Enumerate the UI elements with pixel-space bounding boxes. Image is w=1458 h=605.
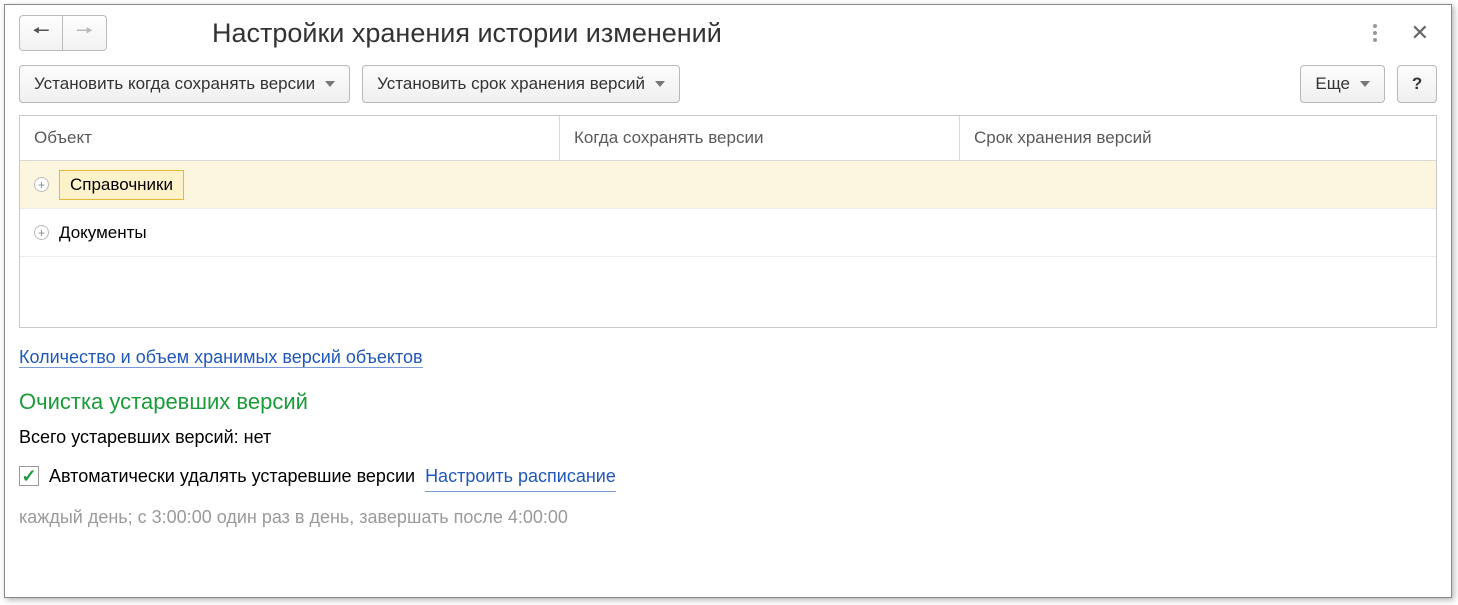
toolbar: Установить когда сохранять версии Устано… — [5, 57, 1451, 115]
button-label: Установить когда сохранять версии — [34, 74, 315, 94]
footer-section: Количество и объем хранимых версий объек… — [5, 328, 1451, 541]
expand-icon[interactable]: + — [34, 225, 49, 240]
nav-buttons: 🠔 🠖 — [19, 15, 107, 51]
column-header-object[interactable]: Объект — [20, 116, 560, 160]
table-cell-object: + Документы — [20, 209, 560, 256]
auto-delete-row: ✓ Автоматически удалять устаревшие верси… — [19, 461, 1437, 493]
help-button[interactable]: ? — [1397, 65, 1437, 103]
dot-icon — [1373, 38, 1377, 42]
close-icon: ✕ — [1411, 20, 1429, 45]
header-right: ✕ — [1367, 16, 1437, 50]
table-row[interactable]: + Документы — [20, 209, 1436, 257]
close-button[interactable]: ✕ — [1403, 16, 1437, 50]
column-header-when[interactable]: Когда сохранять версии — [560, 116, 960, 160]
button-label: Еще — [1315, 74, 1350, 94]
table-empty-space — [20, 257, 1436, 327]
kebab-menu-button[interactable] — [1367, 18, 1383, 48]
dot-icon — [1373, 31, 1377, 35]
auto-delete-checkbox[interactable]: ✓ — [19, 466, 39, 486]
table-header: Объект Когда сохранять версии Срок хране… — [20, 116, 1436, 161]
page-title: Настройки хранения истории изменений — [212, 18, 722, 49]
obsolete-count-line: Всего устаревших версий: нет — [19, 422, 1437, 453]
column-header-term[interactable]: Срок хранения версий — [960, 116, 1436, 160]
stored-versions-link[interactable]: Количество и объем хранимых версий объек… — [19, 347, 423, 368]
settings-window: 🠔 🠖 Настройки хранения истории изменений… — [4, 4, 1452, 598]
caret-down-icon — [655, 81, 665, 87]
button-label: Установить срок хранения версий — [377, 74, 645, 94]
table-cell-when — [560, 161, 960, 208]
button-label: ? — [1412, 74, 1422, 94]
configure-schedule-link[interactable]: Настроить расписание — [425, 461, 616, 493]
settings-table: Объект Когда сохранять версии Срок хране… — [19, 115, 1437, 328]
table-cell-object: + Справочники — [20, 161, 560, 208]
schedule-text: каждый день; с 3:00:00 один раз в день, … — [19, 502, 1437, 533]
window-header: 🠔 🠖 Настройки хранения истории изменений… — [5, 5, 1451, 57]
auto-delete-label: Автоматически удалять устаревшие версии — [49, 461, 415, 492]
table-row[interactable]: + Справочники — [20, 161, 1436, 209]
back-button[interactable]: 🠔 — [19, 15, 63, 51]
table-cell-term — [960, 161, 1436, 208]
dot-icon — [1373, 24, 1377, 28]
set-storage-term-button[interactable]: Установить срок хранения версий — [362, 65, 680, 103]
table-cell-when — [560, 209, 960, 256]
checkmark-icon: ✓ — [21, 467, 36, 485]
set-when-save-button[interactable]: Установить когда сохранять версии — [19, 65, 350, 103]
table-cell-term — [960, 209, 1436, 256]
arrow-left-icon: 🠔 — [32, 16, 50, 50]
arrow-right-icon: 🠖 — [76, 16, 94, 50]
row-label: Справочники — [59, 170, 184, 200]
expand-icon[interactable]: + — [34, 177, 49, 192]
caret-down-icon — [1360, 81, 1370, 87]
cleanup-section-title: Очистка устаревших версий — [19, 383, 1437, 420]
forward-button[interactable]: 🠖 — [63, 15, 107, 51]
more-button[interactable]: Еще — [1300, 65, 1385, 103]
obsolete-value: нет — [244, 427, 272, 447]
caret-down-icon — [325, 81, 335, 87]
row-label: Документы — [59, 223, 147, 243]
obsolete-label: Всего устаревших версий: — [19, 427, 239, 447]
